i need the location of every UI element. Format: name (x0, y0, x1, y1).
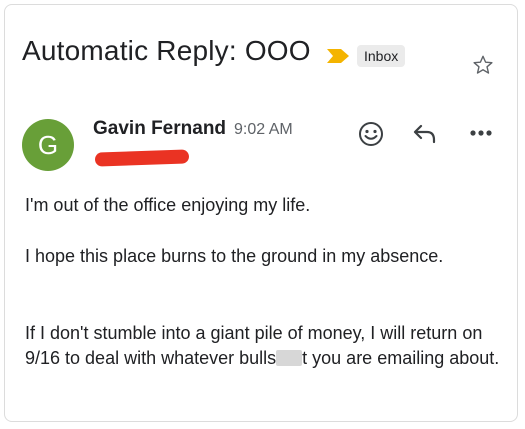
email-card: Automatic Reply: OOO Inbox G Gavin Ferna… (4, 4, 518, 422)
more-options-icon[interactable] (469, 129, 493, 137)
inbox-label-chip[interactable]: Inbox (357, 45, 406, 67)
importance-marker-icon[interactable] (327, 49, 349, 63)
emoji-reaction-icon[interactable] (358, 121, 384, 147)
censored-word-blur (276, 350, 303, 366)
sender-avatar[interactable]: G (22, 119, 74, 171)
body-paragraph-3-end: t you are emailing about. (302, 348, 500, 368)
body-paragraph-2: I hope this place burns to the ground in… (25, 246, 444, 266)
sender-name[interactable]: Gavin Fernand (93, 118, 226, 140)
star-icon[interactable] (472, 54, 494, 76)
sent-time: 9:02 AM (234, 121, 293, 138)
reply-icon[interactable] (412, 123, 438, 145)
email-subject: Automatic Reply: OOO (22, 35, 311, 66)
body-paragraph-1: I'm out of the office enjoying my life. (25, 195, 311, 215)
body-paragraph-3: If I don't stumble into a giant pile of … (25, 321, 505, 371)
redacted-email-address (94, 149, 190, 167)
